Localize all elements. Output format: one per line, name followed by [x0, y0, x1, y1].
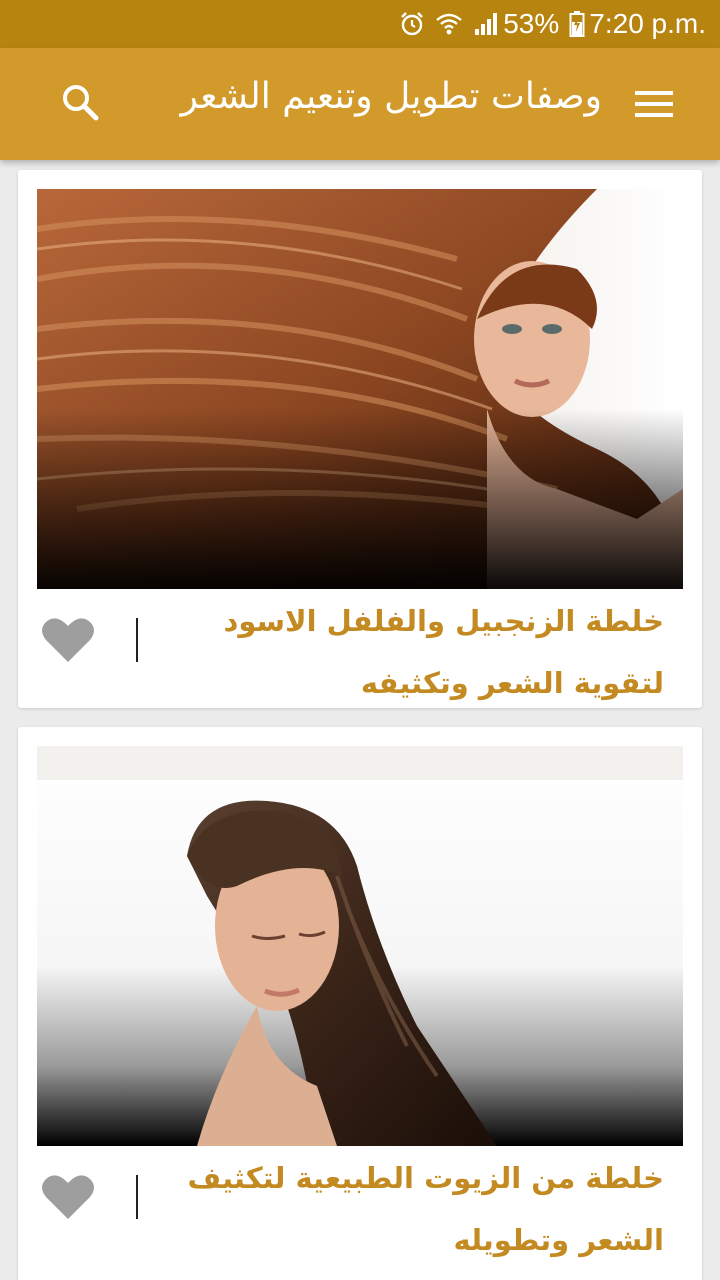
battery-charging-icon — [569, 10, 585, 38]
search-icon — [63, 85, 99, 121]
hamburger-menu-icon — [635, 91, 673, 117]
recipe-card[interactable]: خلطة الزنجبيل والفلفل الاسود لتقوية الشع… — [18, 170, 702, 708]
status-bar: 53% 7:20 p.m. — [0, 0, 720, 48]
battery-percent: 53% — [503, 8, 560, 39]
heart-icon — [42, 1175, 94, 1219]
divider — [136, 618, 138, 662]
recipe-title[interactable]: خلطة من الزيوت الطبيعية لتكثيف الشعر وتط… — [154, 1147, 664, 1271]
wifi-icon — [435, 11, 463, 37]
clock: 7:20 p.m. — [589, 8, 706, 39]
favorite-button[interactable] — [40, 1171, 96, 1223]
recipe-title[interactable]: خلطة الزنجبيل والفلفل الاسود لتقوية الشع… — [154, 590, 664, 714]
app-bar: وصفات تطويل وتنعيم الشعر — [0, 48, 720, 160]
heart-icon — [42, 618, 94, 662]
menu-button[interactable] — [632, 82, 676, 126]
page-title: وصفات تطويل وتنعيم الشعر — [180, 76, 602, 117]
recipe-list[interactable]: خلطة الزنجبيل والفلفل الاسود لتقوية الشع… — [0, 160, 720, 1280]
recipe-card[interactable]: خلطة من الزيوت الطبيعية لتكثيف الشعر وتط… — [18, 727, 702, 1280]
favorite-button[interactable] — [40, 614, 96, 666]
recipe-image[interactable] — [37, 746, 683, 1146]
recipe-image[interactable] — [37, 189, 683, 589]
signal-icon — [473, 11, 499, 37]
search-button[interactable] — [56, 78, 104, 126]
alarm-icon — [399, 11, 425, 37]
divider — [136, 1175, 138, 1219]
